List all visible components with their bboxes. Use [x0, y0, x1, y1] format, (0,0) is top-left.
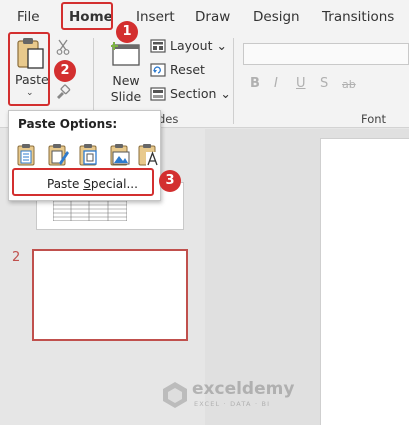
strikethrough-button[interactable]: S — [320, 76, 328, 91]
format-painter-icon[interactable] — [55, 84, 71, 100]
exceldemy-watermark: exceldemy EXCEL · DATA · BI — [160, 378, 310, 412]
character-spacing-button[interactable]: ab — [342, 78, 356, 91]
tab-draw[interactable]: Draw — [195, 0, 230, 32]
underline-button[interactable]: U — [296, 76, 306, 91]
step-badge-1: 1 — [116, 21, 138, 43]
keep-source-formatting-icon[interactable] — [47, 143, 69, 167]
slide-thumbnail-2[interactable] — [32, 249, 188, 341]
layout-label: Layout ⌄ — [170, 38, 227, 53]
tab-file[interactable]: File — [17, 0, 40, 32]
paste-options-title: Paste Options: — [18, 117, 118, 131]
step-badge-3: 3 — [159, 170, 181, 192]
bold-button[interactable]: B — [250, 76, 260, 91]
main-slide[interactable] — [320, 138, 409, 425]
paste-as-picture-icon[interactable] — [109, 143, 131, 167]
step-badge-2: 2 — [54, 60, 76, 82]
section-label: Section ⌄ — [170, 86, 231, 101]
new-slide-icon — [111, 42, 140, 66]
keep-text-only-icon[interactable] — [137, 143, 159, 167]
paste-button-highlight — [8, 32, 50, 106]
new-slide-label-line1: New — [112, 73, 140, 88]
embed-icon[interactable] — [78, 143, 100, 167]
reset-label: Reset — [170, 62, 205, 77]
font-group-label: Font — [361, 112, 387, 126]
watermark-tagline: EXCEL · DATA · BI — [194, 400, 271, 408]
section-icon — [150, 87, 166, 101]
cut-icon[interactable] — [56, 39, 70, 55]
font-name-combobox[interactable] — [243, 43, 409, 65]
tab-transitions[interactable]: Transitions — [322, 0, 394, 32]
italic-button[interactable]: I — [274, 76, 278, 91]
paste-special-highlight — [12, 168, 154, 196]
home-tab-highlight — [61, 2, 113, 30]
use-destination-theme-icon[interactable] — [16, 143, 38, 167]
exceldemy-logo-icon — [163, 382, 187, 408]
tab-design[interactable]: Design — [253, 0, 300, 32]
reset-icon — [150, 63, 166, 77]
ribbon-separator — [233, 38, 234, 124]
tab-insert[interactable]: Insert — [136, 0, 175, 32]
slide-number-2: 2 — [12, 250, 21, 265]
slides-group-label: des — [158, 112, 179, 126]
layout-icon — [150, 39, 166, 53]
watermark-name: exceldemy — [192, 379, 295, 399]
